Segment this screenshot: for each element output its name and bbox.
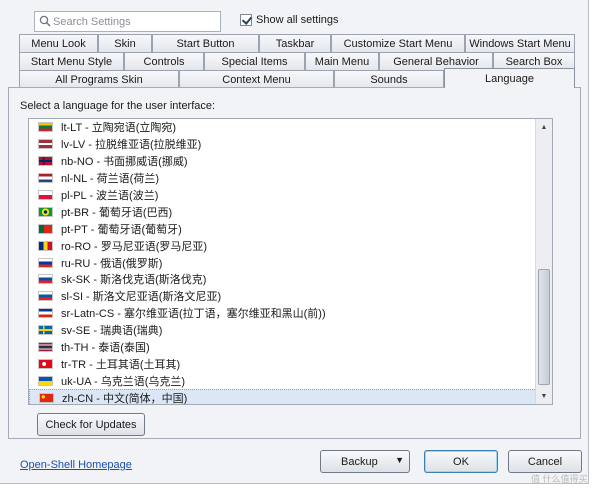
list-item[interactable]: ro-RO - 罗马尼亚语(罗马尼亚) [29,237,537,254]
search-input[interactable] [53,15,213,28]
homepage-link[interactable]: Open-Shell Homepage [20,459,132,471]
search-box[interactable] [34,11,221,32]
language-list: lt-LT - 立陶宛语(立陶宛) lv-LV - 拉脱维亚语(拉脱维亚) nb… [29,119,537,404]
language-prompt: Select a language for the user interface… [20,100,216,112]
list-item[interactable]: pt-BR - 葡萄牙语(巴西) [29,203,537,220]
list-item[interactable]: sv-SE - 瑞典语(瑞典) [29,322,537,339]
language-listbox[interactable]: lt-LT - 立陶宛语(立陶宛) lv-LV - 拉脱维亚语(拉脱维亚) nb… [28,118,553,405]
list-item[interactable]: sl-SI - 斯洛文尼亚语(斯洛文尼亚) [29,288,537,305]
search-icon [35,12,53,31]
slovenia-flag-icon [38,291,53,302]
tab-customize-start-menu[interactable]: Customize Start Menu [331,34,465,52]
brazil-flag-icon [38,206,53,217]
netherlands-flag-icon [38,173,53,184]
scrollbar-thumb[interactable] [538,269,550,385]
scroll-down-arrow-icon[interactable]: ▼ [536,388,552,404]
settings-dialog: Show all settings Menu Look Skin Start B… [0,0,589,484]
china-flag-icon [39,392,54,403]
tab-language[interactable]: Language [444,68,575,88]
list-item[interactable]: lv-LV - 拉脱维亚语(拉脱维亚) [29,136,537,153]
tab-start-menu-style[interactable]: Start Menu Style [19,52,124,70]
ok-button[interactable]: OK [424,450,498,473]
list-item[interactable]: pt-PT - 葡萄牙语(葡萄牙) [29,220,537,237]
list-item[interactable]: sk-SK - 斯洛伐克语(斯洛伐克) [29,271,537,288]
latvia-flag-icon [38,139,53,150]
list-item[interactable]: pl-PL - 波兰语(波兰) [29,187,537,204]
list-scrollbar[interactable]: ▲ ▼ [535,119,552,404]
show-all-checkbox[interactable] [240,14,252,26]
backup-button[interactable]: Backup ▼ [320,450,410,473]
check-for-updates-button[interactable]: Check for Updates [37,413,145,436]
russia-flag-icon [38,257,53,268]
show-all-label: Show all settings [256,14,339,26]
tab-controls[interactable]: Controls [124,52,204,70]
tab-context-menu[interactable]: Context Menu [179,70,334,88]
turkey-flag-icon [38,358,53,369]
norway-flag-icon [38,156,53,167]
list-item[interactable]: ru-RU - 俄语(俄罗斯) [29,254,537,271]
sweden-flag-icon [38,325,53,336]
list-item[interactable]: nb-NO - 书面挪威语(挪威) [29,153,537,170]
list-item-selected[interactable]: zh-CN - 中文(简体，中国) [29,389,537,404]
tab-skin[interactable]: Skin [98,34,152,52]
tab-menu-look[interactable]: Menu Look [19,34,98,52]
list-item[interactable]: lt-LT - 立陶宛语(立陶宛) [29,119,537,136]
list-item[interactable]: tr-TR - 土耳其语(土耳其) [29,355,537,372]
tab-windows-start-menu[interactable]: Windows Start Menu [465,34,575,52]
thailand-flag-icon [38,342,53,353]
window-frame-edge [0,484,600,492]
serbia-montenegro-flag-icon [38,308,53,319]
list-item[interactable]: uk-UA - 乌克兰语(乌克兰) [29,372,537,389]
romania-flag-icon [38,240,53,251]
tab-sounds[interactable]: Sounds [334,70,444,88]
slovakia-flag-icon [38,274,53,285]
dropdown-arrow-icon: ▼ [395,455,404,465]
cancel-button[interactable]: Cancel [508,450,582,473]
tab-row-3: All Programs Skin Context Menu Sounds La… [19,68,575,88]
show-all-settings[interactable]: Show all settings [240,14,339,26]
ukraine-flag-icon [38,375,53,386]
poland-flag-icon [38,190,53,200]
list-item[interactable]: th-TH - 泰语(泰国) [29,339,537,356]
lithuania-flag-icon [38,122,53,133]
tab-main-menu[interactable]: Main Menu [305,52,379,70]
list-item[interactable]: sr-Latn-CS - 塞尔维亚语(拉丁语，塞尔维亚和黑山(前)) [29,305,537,322]
list-item[interactable]: nl-NL - 荷兰语(荷兰) [29,170,537,187]
tab-row-1: Menu Look Skin Start Button Taskbar Cust… [19,34,575,52]
portugal-flag-icon [38,223,53,234]
backup-label: Backup [341,455,378,468]
tab-special-items[interactable]: Special Items [204,52,305,70]
tab-start-button[interactable]: Start Button [152,34,259,52]
scroll-up-arrow-icon[interactable]: ▲ [536,119,552,135]
tab-taskbar[interactable]: Taskbar [259,34,331,52]
tab-all-programs-skin[interactable]: All Programs Skin [19,70,179,88]
watermark: 值 什么值得买 [531,474,588,484]
